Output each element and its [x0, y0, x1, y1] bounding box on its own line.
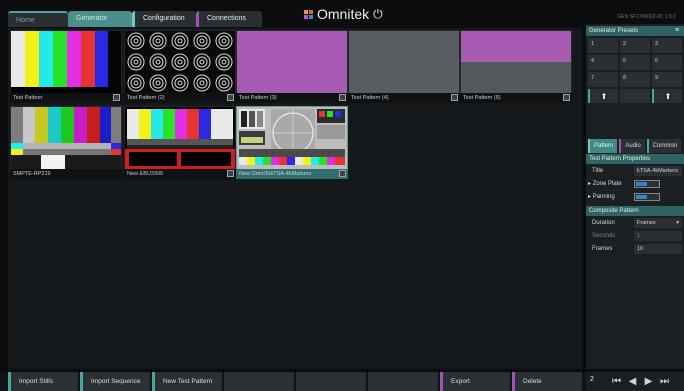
- preset-1[interactable]: 1: [588, 38, 618, 53]
- chevron-down-icon: ▾: [676, 220, 679, 226]
- upload-preset-icon[interactable]: ⬆: [588, 89, 618, 103]
- tile-caption: New EBU3305: [127, 171, 164, 177]
- seconds-label: Seconds: [592, 233, 616, 239]
- zone-plate-label: ▸ Zone Plate: [588, 181, 622, 187]
- thumbnail: [237, 31, 347, 93]
- delete-button[interactable]: Delete: [512, 372, 582, 391]
- title-label: Title: [592, 168, 604, 174]
- preset-2[interactable]: 2: [620, 38, 650, 53]
- tile-caption: Test Pattern (3): [239, 95, 277, 101]
- preset-7[interactable]: 7: [588, 72, 618, 87]
- preset-grid: 1 2 3 4 5 6 7 8 9 ⬆ ⬆: [588, 38, 682, 103]
- pattern-type-icon: [563, 94, 570, 101]
- gallery-tile[interactable]: SMPTE-RP219: [10, 106, 122, 179]
- thumbnail: [11, 31, 121, 93]
- import-stills-button[interactable]: Import Stills: [8, 372, 78, 391]
- pattern-gallery: Test Pattern Test Pattern (2) Test Patte…: [8, 28, 582, 369]
- version-label: GEN SF1706002-8C 1.9.0: [617, 14, 676, 20]
- gallery-tile-selected[interactable]: New OmniTekTSA-4kMarkers: [236, 106, 348, 179]
- frames-row: Frames 10: [586, 243, 684, 255]
- thumbnail: [125, 31, 235, 93]
- thumbnail: [237, 107, 347, 169]
- frames-label: Frames: [592, 246, 613, 252]
- export-button[interactable]: Export: [440, 372, 510, 391]
- thumbnail: [11, 107, 121, 169]
- zone-plate-row: ▸ Zone Plate: [586, 178, 684, 190]
- play-icon[interactable]: ▶: [642, 375, 655, 388]
- empty-button-slot: [296, 372, 366, 391]
- panning-row: ▸ Panning: [586, 191, 684, 203]
- gallery-tile[interactable]: Test Pattern (2): [124, 30, 236, 103]
- thumbnail: [349, 31, 459, 93]
- tab-connections[interactable]: Connections: [196, 11, 262, 27]
- composite-pattern-header: Composite Pattern: [586, 206, 684, 216]
- logo-mark-icon: [304, 9, 313, 19]
- tab-pattern[interactable]: Pattern: [588, 139, 618, 153]
- preset-4[interactable]: 4: [588, 55, 618, 70]
- pattern-type-icon: [451, 94, 458, 101]
- gallery-tile[interactable]: New EBU3305: [124, 106, 236, 179]
- title-field[interactable]: kTSA-4kMarkers: [634, 166, 682, 176]
- tile-caption: Test Pattern: [13, 95, 43, 101]
- tab-common[interactable]: Common: [646, 139, 682, 153]
- transport-bar: 2 ⏮ ◀ ▶ ⏭: [586, 372, 684, 391]
- title-row: Title kTSA-4kMarkers: [586, 165, 684, 177]
- brand-name: Omnitek: [317, 6, 370, 22]
- empty-button-slot: [368, 372, 438, 391]
- import-sequence-button[interactable]: Import Sequence: [80, 372, 150, 391]
- tile-caption: New OmniTekTSA-4kMarkers: [239, 171, 312, 177]
- frames-field[interactable]: 10: [634, 244, 682, 254]
- empty-preset-slot: [620, 89, 650, 103]
- menu-icon[interactable]: ≡: [675, 27, 681, 34]
- power-icon[interactable]: ⏻: [373, 7, 383, 22]
- duration-label: Duration: [592, 220, 615, 226]
- panning-label: ▸ Panning: [588, 194, 615, 200]
- tab-audio[interactable]: Audio: [619, 139, 645, 153]
- gallery-tile[interactable]: Test Pattern: [10, 30, 122, 103]
- panning-toggle[interactable]: [634, 193, 660, 201]
- step-back-icon[interactable]: ◀: [626, 375, 639, 388]
- new-test-pattern-button[interactable]: New Test Pattern: [152, 372, 222, 391]
- upload-preset-icon[interactable]: ⬆: [652, 89, 682, 103]
- preset-number: 2: [590, 376, 594, 383]
- pattern-type-icon: [227, 170, 234, 177]
- gallery-tile[interactable]: Test Pattern (5): [460, 30, 572, 103]
- skip-to-start-icon[interactable]: ⏮: [610, 375, 623, 388]
- empty-button-slot: [224, 372, 294, 391]
- tab-home[interactable]: Home: [8, 11, 68, 27]
- pattern-type-icon: [339, 94, 346, 101]
- right-panel: Generator Presets ≡ 1 2 3 4 5 6 7 8 9 ⬆ …: [586, 24, 684, 369]
- tab-configuration[interactable]: Configuration: [132, 11, 196, 27]
- thumbnail: [125, 107, 235, 169]
- pattern-type-icon: [227, 94, 234, 101]
- preset-9[interactable]: 9: [652, 72, 682, 87]
- preset-8[interactable]: 8: [620, 72, 650, 87]
- test-pattern-properties-header: Test Pattern Properties: [586, 154, 684, 164]
- gallery-tile[interactable]: Test Pattern (3): [236, 30, 348, 103]
- duration-select[interactable]: Frames ▾: [634, 218, 682, 228]
- zone-plate-toggle[interactable]: [634, 180, 660, 188]
- tile-caption: Test Pattern (4): [351, 95, 389, 101]
- preset-6[interactable]: 6: [652, 55, 682, 70]
- tile-caption: Test Pattern (5): [463, 95, 501, 101]
- tile-caption: SMPTE-RP219: [13, 171, 51, 177]
- pattern-type-icon: [339, 170, 346, 177]
- transport-controls: ⏮ ◀ ▶ ⏭: [610, 375, 671, 388]
- gallery-tile[interactable]: Test Pattern (4): [348, 30, 460, 103]
- preset-3[interactable]: 3: [652, 38, 682, 53]
- brand-logo: Omnitek ⏻: [304, 6, 383, 22]
- pattern-type-icon: [113, 94, 120, 101]
- seconds-row: Seconds 1: [586, 230, 684, 242]
- tab-generator[interactable]: Generator: [68, 11, 132, 27]
- seconds-field[interactable]: 1: [634, 231, 682, 241]
- skip-to-end-icon[interactable]: ⏭: [658, 375, 671, 388]
- panel-tabs: Pattern Audio Common: [588, 139, 684, 153]
- duration-row: Duration Frames ▾: [586, 217, 684, 229]
- generator-presets-header: Generator Presets ≡: [586, 26, 684, 36]
- thumbnail: [461, 31, 571, 93]
- tile-caption: Test Pattern (2): [127, 95, 165, 101]
- preset-5[interactable]: 5: [620, 55, 650, 70]
